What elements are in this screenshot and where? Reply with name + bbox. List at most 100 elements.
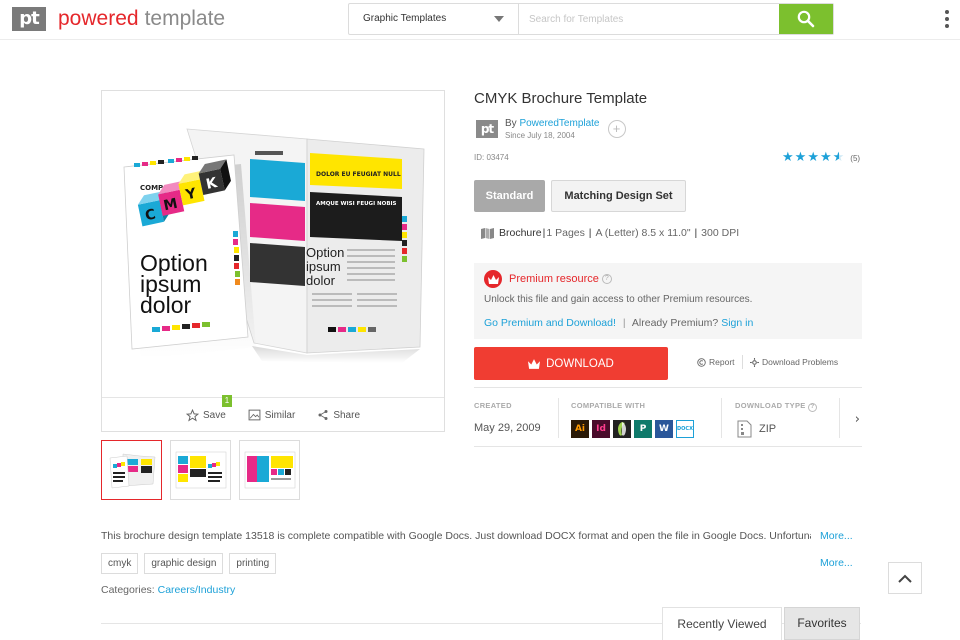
tab-standard[interactable]: Standard [474,180,545,212]
search-bar: Graphic Templates [348,3,834,35]
cover-headline-line3: dolor [140,292,191,318]
save-button[interactable]: Save 1 [185,394,232,422]
word-icon[interactable]: W [655,420,673,438]
category-dropdown[interactable]: Graphic Templates [349,4,519,34]
zip-label: ZIP [759,423,777,435]
share-button[interactable]: Share [317,409,360,421]
premium-text: Unlock this file and gain access to othe… [484,294,753,305]
tab-matching-design-set[interactable]: Matching Design Set [551,180,686,212]
tag-list: cmyk graphic design printing [101,553,277,574]
save-count-badge: 1 [221,394,232,407]
docx-icon[interactable]: DOCX [676,420,694,438]
download-button[interactable]: DOWNLOAD [474,347,668,380]
star-outline-icon [185,408,199,421]
indesign-icon[interactable]: Id [592,420,610,438]
save-label: Save [202,409,226,421]
already-premium-text: Already Premium? [631,317,719,329]
tab-recently-viewed[interactable]: Recently Viewed [662,607,782,640]
spec-pages: 1 Pages [546,227,585,239]
divider [721,398,722,438]
chevron-up-icon [898,574,912,583]
product-title: CMYK Brochure Template [474,90,648,107]
thumbnail-3[interactable] [239,440,300,500]
coreldraw-icon[interactable] [613,420,631,438]
description-more-link[interactable]: More... [820,530,853,542]
search-button[interactable] [779,4,833,34]
tab-favorites[interactable]: Favorites [784,607,860,640]
scroll-to-top-button[interactable] [888,562,922,594]
by-label: By [505,118,517,129]
download-problems-label: Download Problems [762,357,839,367]
similar-button[interactable]: Similar [248,409,296,421]
more-menu-icon[interactable] [945,10,951,28]
crown-icon [484,270,502,288]
star-icon: ★ [807,150,819,165]
go-premium-link[interactable]: Go Premium and Download! [484,317,616,329]
similar-label: Similar [264,409,296,421]
crown-icon [528,358,541,369]
follow-plus-icon[interactable]: + [607,120,626,138]
meta-strip: CREATED May 29, 2009 COMPATIBLE WITH Ai … [474,387,862,447]
publisher-icon[interactable]: P [634,420,652,438]
search-icon [797,10,815,28]
category-link[interactable]: Careers/Industry [158,584,236,596]
compatible-apps: Ai Id P W DOCX [571,420,694,438]
brochure-preview-image[interactable]: DOLOR EU FEUGIAT NULL AMQUE WISI FEUGI N… [102,91,444,397]
inner-headline-2: AMQUE WISI FEUGI NOBIS [316,201,397,207]
meta-created: CREATED May 29, 2009 [474,388,564,446]
created-label: CREATED [474,401,512,410]
description-text: This brochure design template 13518 is c… [101,530,811,542]
divider [742,355,743,369]
chevron-right-icon[interactable]: › [855,412,860,427]
product-preview: DOLOR EU FEUGIAT NULL AMQUE WISI FEUGI N… [101,90,445,432]
tag[interactable]: cmyk [101,553,139,574]
categories: Categories: Careers/Industry [101,584,235,596]
rating: ★ ★ ★ ★ ★ (5) [782,150,860,166]
help-icon[interactable]: ? [601,274,612,284]
category-dropdown-value: Graphic Templates [363,13,447,24]
tags-more-link[interactable]: More... [820,557,853,569]
thumbnail-1[interactable] [101,440,162,500]
inner-option-line1: Option [306,245,344,260]
thumbnail-1-image [109,453,155,489]
copyright-icon [697,357,706,367]
download-problems-link[interactable]: Download Problems [750,357,838,367]
thumbnail-3-image [244,451,295,489]
sign-in-link[interactable]: Sign in [721,317,753,329]
share-icon [318,410,328,420]
divider [839,398,840,438]
author-since: Since July 18, 2004 [505,131,575,140]
download-type-label: DOWNLOAD TYPE ? [735,401,817,412]
author-info: By PoweredTemplate Since July 18, 2004 [505,118,600,140]
inner-option-line3: dolor [306,273,336,288]
tag[interactable]: graphic design [144,553,224,574]
rating-count: (5) [850,153,861,163]
illustrator-icon[interactable]: Ai [571,420,589,438]
meta-download-type: DOWNLOAD TYPE ? ZIP [735,388,835,446]
star-icon: ★ [819,150,832,165]
site-logo[interactable]: pt powered template [12,7,225,31]
top-header: pt powered template Graphic Templates [0,0,960,40]
zip-file-icon [737,420,752,438]
author-avatar[interactable]: pt [476,120,498,138]
divider [558,398,559,438]
premium-box: Premium resource ? Unlock this file and … [474,263,862,339]
map-icon [481,227,494,239]
report-label: Report [709,357,735,367]
logo-word-template: template [144,7,226,30]
created-value: May 29, 2009 [474,422,541,434]
star-icon: ★ [782,150,794,165]
download-type-value: ZIP [735,420,776,438]
report-link[interactable]: Report [697,357,735,367]
download-label: DOWNLOAD [546,357,614,370]
tag[interactable]: printing [229,553,277,574]
premium-label: Premium resource [509,273,599,285]
share-label: Share [333,409,361,421]
image-icon [248,409,261,421]
thumbnail-2[interactable] [170,440,231,500]
spec-type: Brochure [499,227,542,239]
product-id: ID: 03474 [474,153,509,162]
search-input[interactable] [519,4,779,34]
author-link[interactable]: PoweredTemplate [519,118,599,129]
help-icon: ? [807,403,817,412]
